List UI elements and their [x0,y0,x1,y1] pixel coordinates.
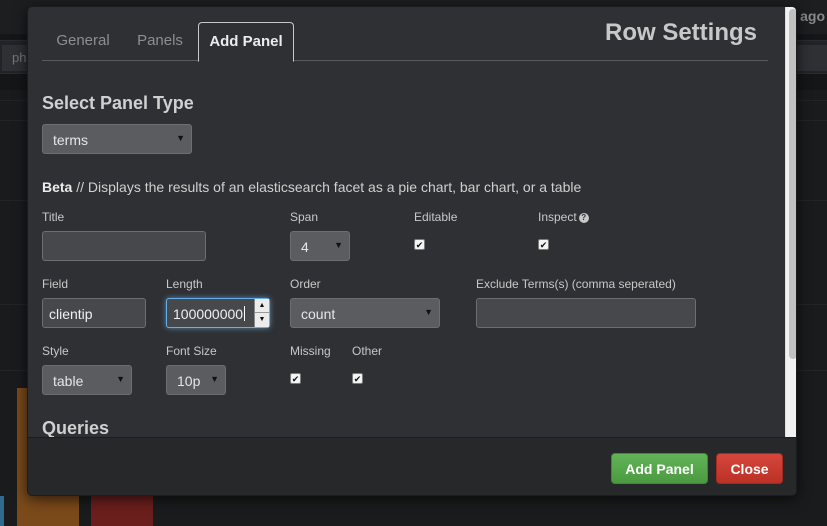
check-icon: ✔ [539,240,548,250]
span-select[interactable]: 4 ▼ [290,231,350,261]
scrollbar-thumb[interactable] [789,9,796,359]
length-label: Length [166,277,203,291]
field-input-value: clientip [49,306,93,322]
background-time-text: ago [800,8,825,24]
length-spinner[interactable]: ▲ ▼ [254,299,269,327]
row-settings-modal: General Panels Add Panel Row Settings Se… [27,6,797,496]
span-value: 4 [301,239,309,255]
modal-title: Row Settings [605,19,758,46]
span-label: Span [290,210,319,224]
inspect-label-text: Inspect [538,210,577,224]
exclude-terms-input[interactable] [476,298,696,328]
font-size-value: 10p [177,373,201,389]
other-label: Other [352,344,383,358]
length-input-value: 100000000 [173,306,244,322]
panel-type-value: terms [53,132,88,148]
title-label: Title [42,210,65,224]
tab-general[interactable]: General [42,21,124,61]
style-select[interactable]: table ▼ [42,365,132,395]
order-select[interactable]: count ▼ [290,298,440,328]
font-size-select[interactable]: 10p ▼ [166,365,226,395]
beta-badge: Beta [42,179,73,195]
caret-down-icon: ▼ [210,374,219,384]
queries-heading: Queries [42,418,110,437]
background-chart-bar [0,496,4,526]
caret-down-icon: ▼ [424,307,433,317]
other-checkbox[interactable]: ✔ [352,373,363,384]
inspect-checkbox[interactable]: ✔ [538,239,549,250]
modal-scrollbar[interactable] [785,7,796,437]
check-icon: ✔ [415,240,424,250]
caret-down-icon: ▼ [116,374,125,384]
check-icon: ✔ [353,374,362,384]
close-button[interactable]: Close [716,453,783,484]
spin-down-icon[interactable]: ▼ [255,313,269,327]
background-chart-bar [91,496,153,526]
title-input[interactable] [42,231,206,261]
select-panel-type-heading: Select Panel Type [42,93,194,113]
font-size-label: Font Size [166,344,217,358]
order-label: Order [290,277,321,291]
caret-down-icon: ▼ [176,133,185,143]
caret-down-icon: ▼ [334,240,343,250]
background-search-text: ph [12,50,27,65]
editable-checkbox[interactable]: ✔ [414,239,425,250]
modal-body: General Panels Add Panel Row Settings Se… [28,7,785,437]
order-value: count [301,306,336,322]
style-value: table [53,373,84,389]
tab-panels[interactable]: Panels [124,21,196,61]
field-input[interactable]: clientip [42,298,146,328]
spin-up-icon[interactable]: ▲ [255,299,269,313]
check-icon: ✔ [291,374,300,384]
exclude-terms-label: Exclude Terms(s) (comma seperated) [476,277,676,291]
tab-add-panel[interactable]: Add Panel [198,22,294,62]
text-cursor [244,306,246,321]
description-text: // Displays the results of an elasticsea… [72,179,582,195]
question-circle-icon[interactable]: ? [578,213,589,223]
editable-label: Editable [414,210,458,224]
inspect-label: Inspect? [538,210,589,224]
modal-footer: Add Panel Close [28,437,796,495]
missing-label: Missing [290,344,331,358]
style-label: Style [42,344,69,358]
add-panel-button[interactable]: Add Panel [611,453,708,484]
length-input[interactable]: 100000000 ▲ ▼ [166,298,270,328]
panel-type-select[interactable]: terms ▼ [42,124,192,154]
panel-description: Beta // Displays the results of an elast… [42,179,581,195]
missing-checkbox[interactable]: ✔ [290,373,301,384]
field-label: Field [42,277,69,291]
